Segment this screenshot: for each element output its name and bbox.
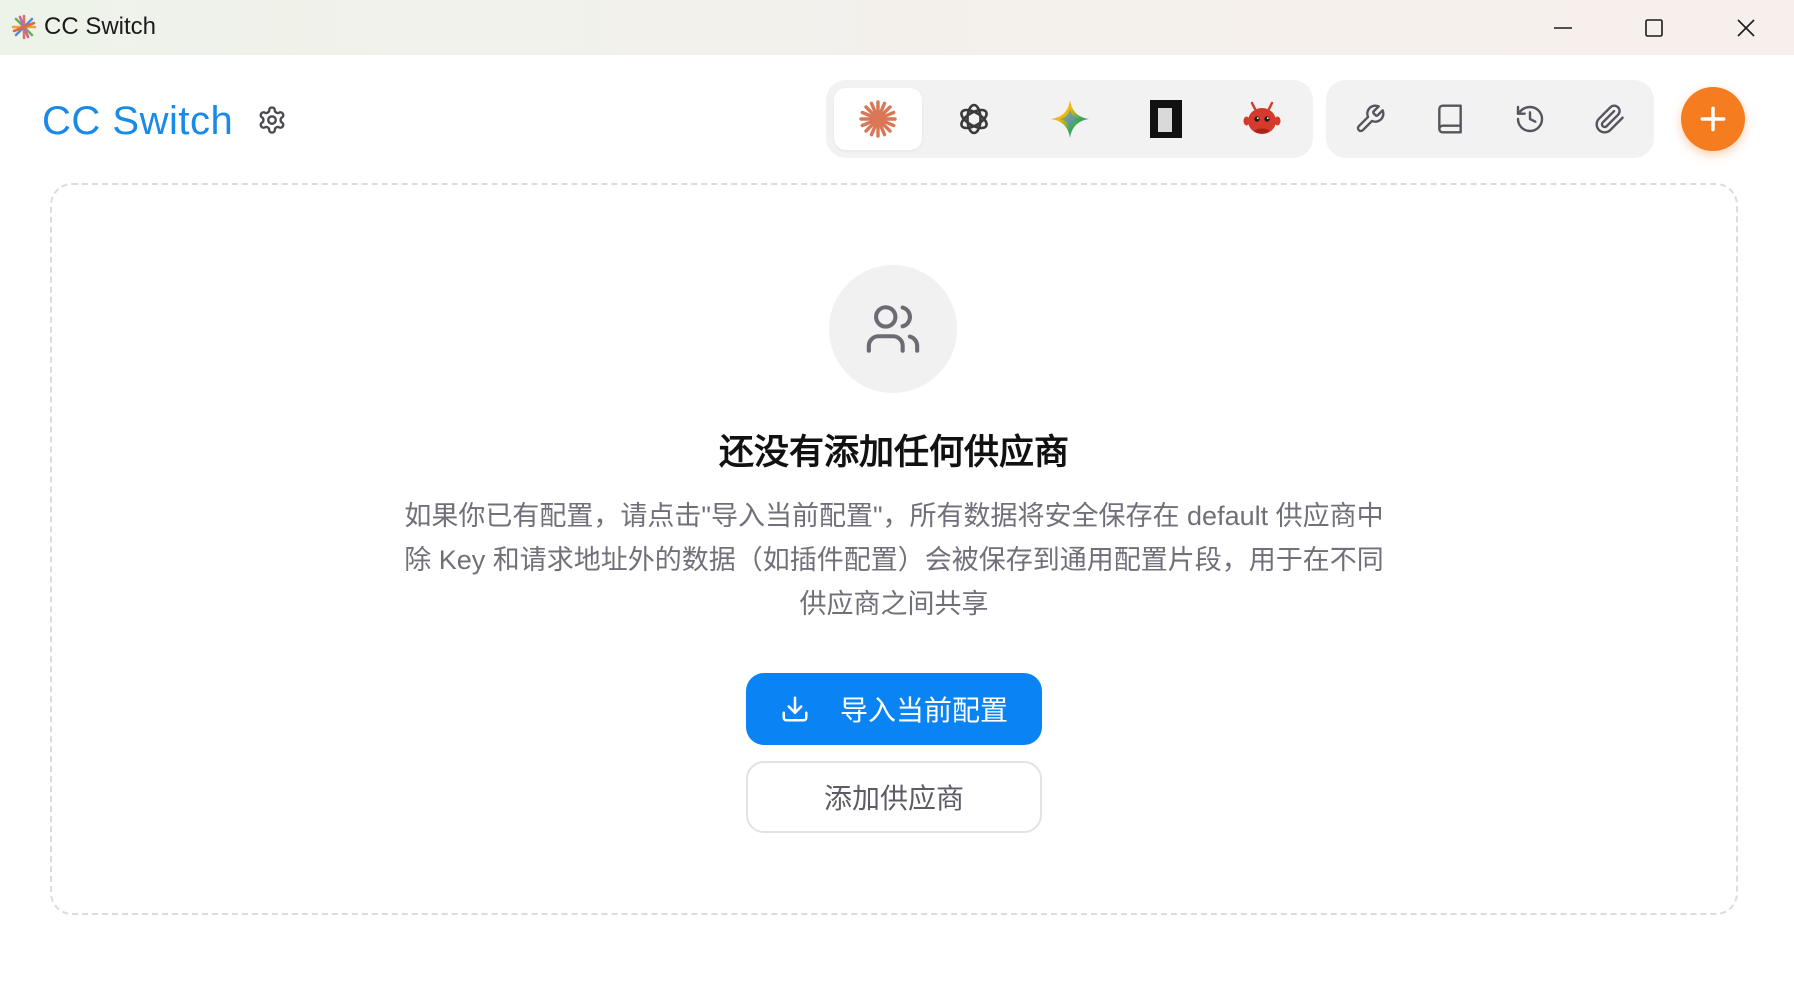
history-icon — [1516, 105, 1544, 133]
download-icon — [782, 696, 808, 722]
minimize-button[interactable] — [1517, 0, 1609, 55]
maximize-button[interactable] — [1608, 0, 1700, 55]
close-icon — [1737, 18, 1755, 37]
wrench-icon — [1356, 104, 1385, 133]
description-line-3: 供应商之间共享 — [799, 589, 989, 619]
tools-button[interactable] — [1338, 88, 1402, 150]
title-bar: CC Switch — [0, 0, 1794, 55]
empty-state-icon-badge — [829, 265, 957, 393]
description-line-1: 如果你已有配置，请点击"导入当前配置"，所有数据将安全保存在 default 供… — [404, 501, 1384, 531]
gear-icon — [259, 106, 285, 134]
window-title: CC Switch — [44, 13, 157, 40]
claude-sunburst-icon — [859, 100, 897, 138]
app-logo-icon — [11, 14, 37, 40]
red-creature-icon — [1243, 101, 1281, 134]
history-button[interactable] — [1498, 88, 1562, 150]
docs-button[interactable] — [1418, 88, 1482, 150]
empty-state-description: 如果你已有配置，请点击"导入当前配置"，所有数据将安全保存在 default 供… — [370, 494, 1418, 626]
settings-button[interactable] — [254, 102, 290, 138]
brand-title: CC Switch — [42, 99, 234, 143]
app-switcher — [826, 80, 1313, 158]
tool-bar — [1326, 80, 1654, 158]
minimize-icon — [1554, 26, 1572, 29]
app-tab-gemini[interactable] — [1026, 88, 1114, 150]
app-tab-openai[interactable] — [930, 88, 1018, 150]
add-provider-button[interactable]: 添加供应商 — [746, 761, 1042, 833]
gemini-sparkle-icon — [1051, 100, 1089, 138]
app-tab-5[interactable] — [1218, 88, 1306, 150]
paperclip-icon — [1595, 104, 1624, 134]
close-button[interactable] — [1700, 0, 1792, 55]
empty-state-title: 还没有添加任何供应商 — [718, 433, 1069, 472]
app-tab-4[interactable] — [1122, 88, 1210, 150]
import-config-button[interactable]: 导入当前配置 — [746, 673, 1042, 745]
users-icon — [866, 305, 920, 353]
plus-icon — [1700, 106, 1726, 132]
openai-knot-icon — [960, 103, 988, 135]
black-square-app-icon — [1150, 100, 1182, 138]
book-icon — [1438, 104, 1462, 134]
add-provider-fab[interactable] — [1681, 87, 1745, 151]
description-line-2: 除 Key 和请求地址外的数据（如插件配置）会被保存到通用配置片段，用于在不同 — [404, 545, 1384, 575]
app-tab-claude[interactable] — [834, 88, 922, 150]
import-config-label: 导入当前配置 — [839, 695, 1008, 726]
attachments-button[interactable] — [1578, 88, 1642, 150]
maximize-icon — [1645, 18, 1663, 37]
